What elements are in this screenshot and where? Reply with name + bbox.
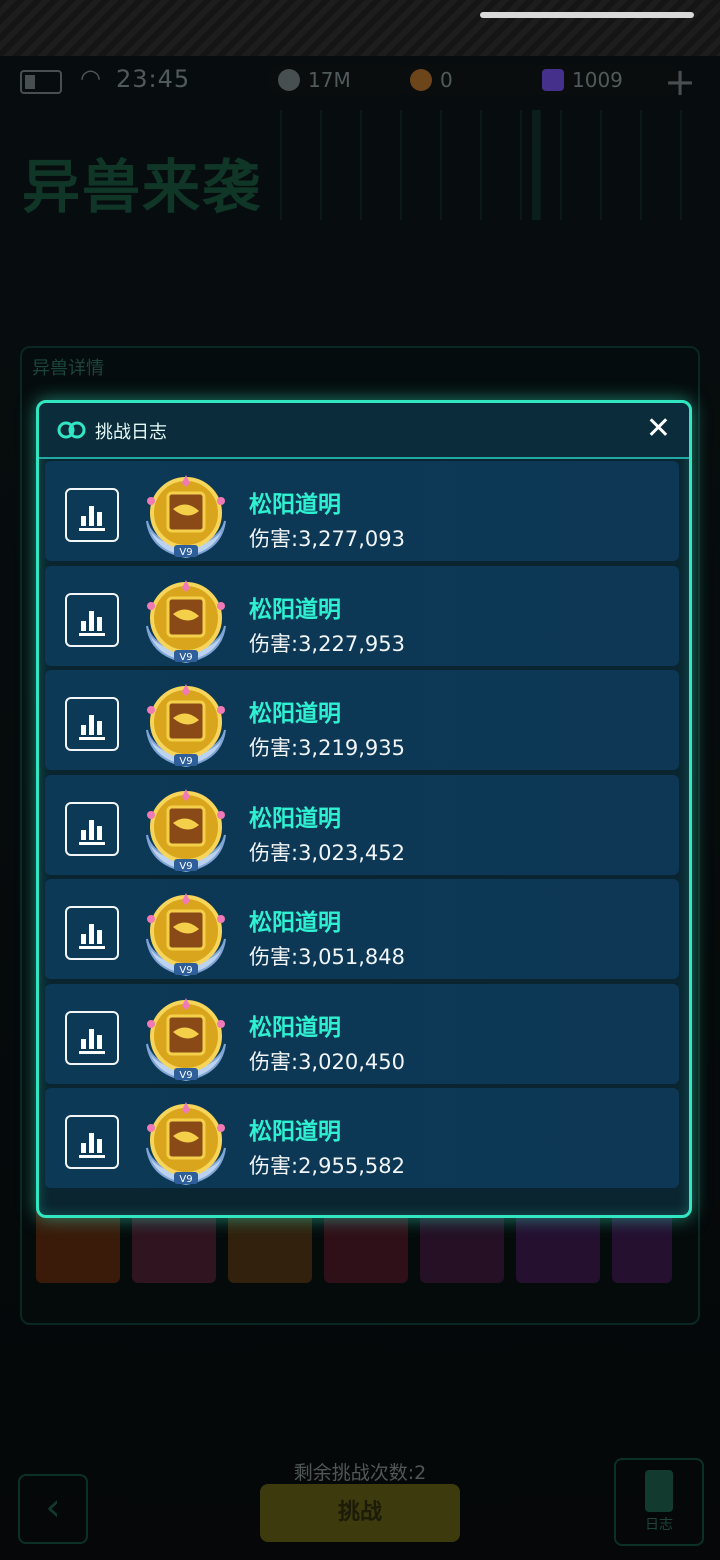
player-name: 松阳道明 xyxy=(249,1014,341,1041)
stats-button[interactable] xyxy=(65,488,119,542)
damage-value: 伤害:3,227,953 xyxy=(249,631,405,656)
damage-value: 伤害:3,219,935 xyxy=(249,736,405,760)
stats-button[interactable] xyxy=(65,801,119,856)
vip-level: V9 xyxy=(179,965,192,976)
log-row: V9 松阳道明 伤害:3,020,450 xyxy=(45,983,679,1084)
player-name: 松阳道明 xyxy=(249,596,341,623)
vip-level: V9 xyxy=(179,652,192,663)
player-avatar-badge: V9 xyxy=(146,893,226,977)
bar-chart-icon xyxy=(79,819,105,845)
damage-value: 伤害:3,277,093 xyxy=(249,527,405,551)
damage-value: 伤害:2,955,582 xyxy=(249,1154,405,1178)
bar-chart-icon xyxy=(79,1028,105,1054)
player-name: 松阳道明 xyxy=(249,910,341,936)
stats-button[interactable] xyxy=(65,697,119,751)
modal-header: 挑战日志 ✕ xyxy=(39,403,689,459)
modal-title: 挑战日志 xyxy=(95,422,167,443)
log-row: V9 松阳道明 伤害:3,023,452 xyxy=(45,774,679,875)
player-avatar-badge: V9 xyxy=(146,475,226,559)
stats-button[interactable] xyxy=(65,1010,119,1065)
player-name: 松阳道明 xyxy=(249,1119,341,1145)
bar-chart-icon xyxy=(79,1133,105,1158)
log-row: V9 松阳道明 伤害:2,955,582 xyxy=(45,1088,679,1188)
damage-value: 伤害:3,020,450 xyxy=(249,1049,405,1074)
log-list: V9 松阳道明 伤害:3,277,093 V9 松阳道明 伤害:3,227,95… xyxy=(45,461,679,1193)
player-avatar-badge: V9 xyxy=(146,684,226,768)
close-icon[interactable]: ✕ xyxy=(646,411,671,446)
challenge-log-modal: 挑战日志 ✕ V9 松阳道明 伤害:3,277,093 V9 松阳道明 伤害:3… xyxy=(36,400,692,1218)
vip-level: V9 xyxy=(179,1174,192,1185)
vip-level: V9 xyxy=(179,1070,192,1081)
bar-chart-icon xyxy=(79,506,105,531)
vip-level: V9 xyxy=(179,756,192,767)
stats-button[interactable] xyxy=(65,906,119,960)
player-name: 松阳道明 xyxy=(249,701,341,727)
vip-level: V9 xyxy=(179,861,192,872)
log-row: V9 松阳道明 伤害:3,277,093 xyxy=(45,461,679,561)
log-row: V9 松阳道明 伤害:3,219,935 xyxy=(45,670,679,770)
vip-level: V9 xyxy=(179,547,192,558)
log-icon xyxy=(57,421,86,439)
player-name: 松阳道明 xyxy=(249,492,341,518)
stats-button[interactable] xyxy=(65,1115,119,1169)
player-avatar-badge: V9 xyxy=(146,579,226,663)
player-name: 松阳道明 xyxy=(249,805,341,832)
stats-button[interactable] xyxy=(65,592,119,647)
home-indicator xyxy=(480,12,694,18)
damage-value: 伤害:3,051,848 xyxy=(249,945,405,969)
player-avatar-badge: V9 xyxy=(146,1102,226,1186)
bar-chart-icon xyxy=(79,610,105,636)
player-avatar-badge: V9 xyxy=(146,997,226,1081)
log-row: V9 松阳道明 伤害:3,227,953 xyxy=(45,565,679,666)
top-chrome xyxy=(0,0,720,56)
damage-value: 伤害:3,023,452 xyxy=(249,840,405,865)
bar-chart-icon xyxy=(79,715,105,740)
log-row: V9 松阳道明 伤害:3,051,848 xyxy=(45,879,679,979)
bar-chart-icon xyxy=(79,924,105,949)
player-avatar-badge: V9 xyxy=(146,788,226,872)
